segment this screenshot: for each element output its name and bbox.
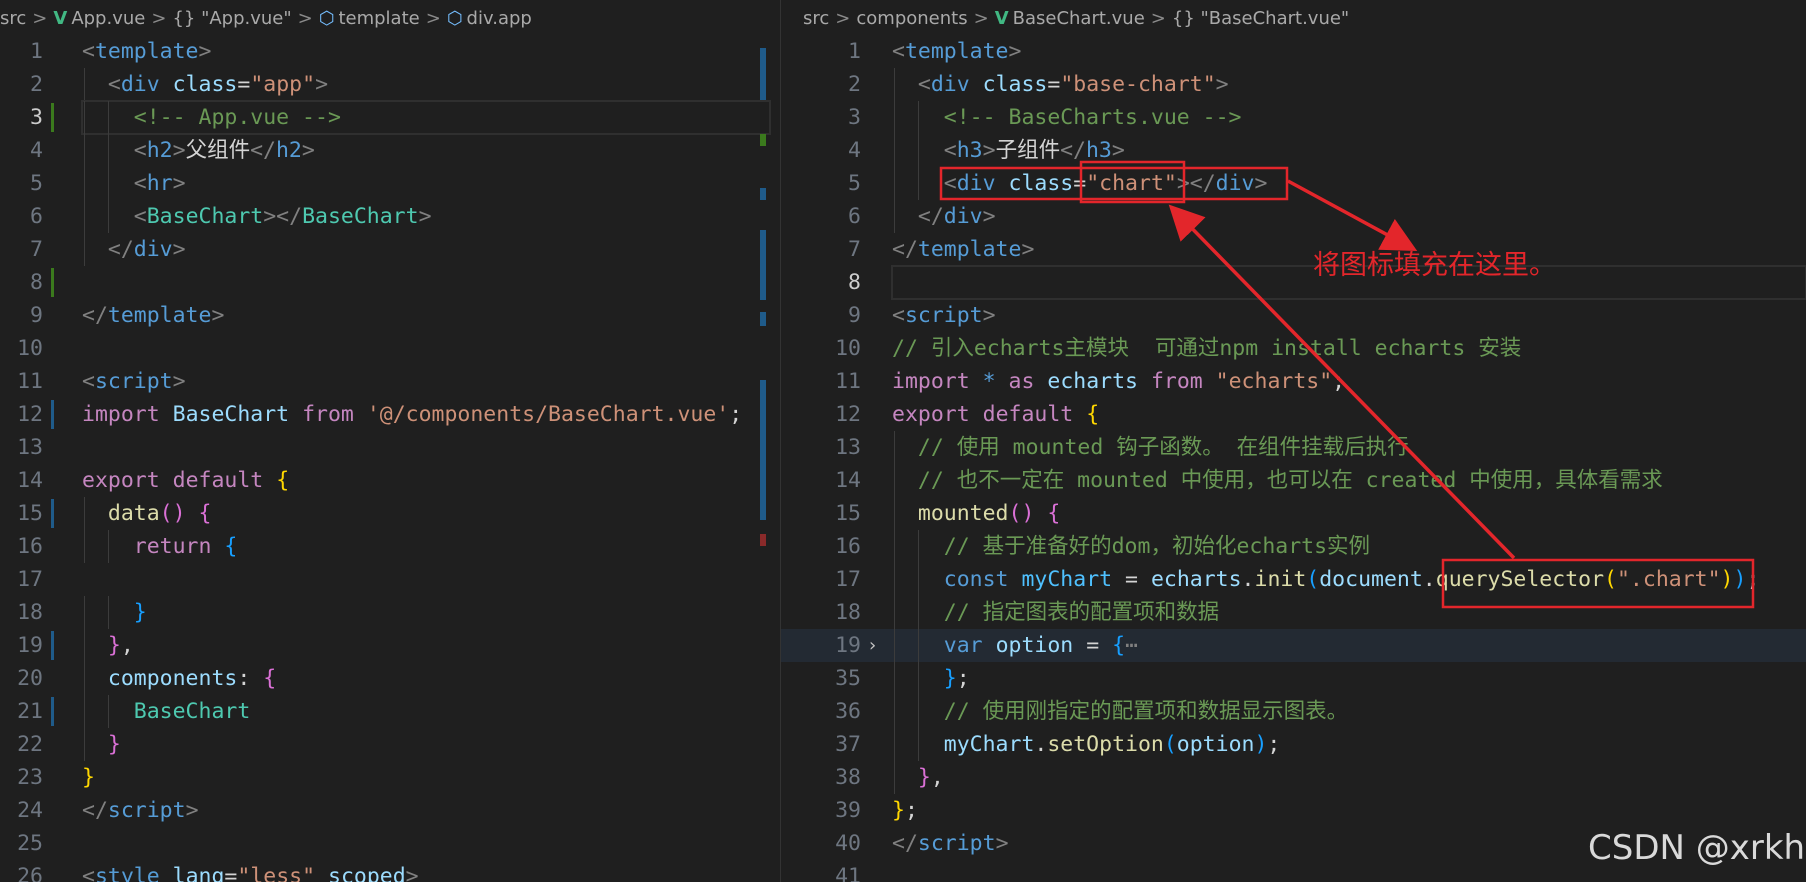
highlight-box-query-selector	[1441, 558, 1755, 609]
arrow-to-note	[1287, 179, 1418, 252]
annotation-layer	[939, 160, 1755, 609]
highlight-box-div	[939, 166, 1289, 201]
watermark: CSDN @xrkhy	[1588, 828, 1806, 868]
annotation-note: 将图标填充在这里。	[1313, 250, 1556, 281]
